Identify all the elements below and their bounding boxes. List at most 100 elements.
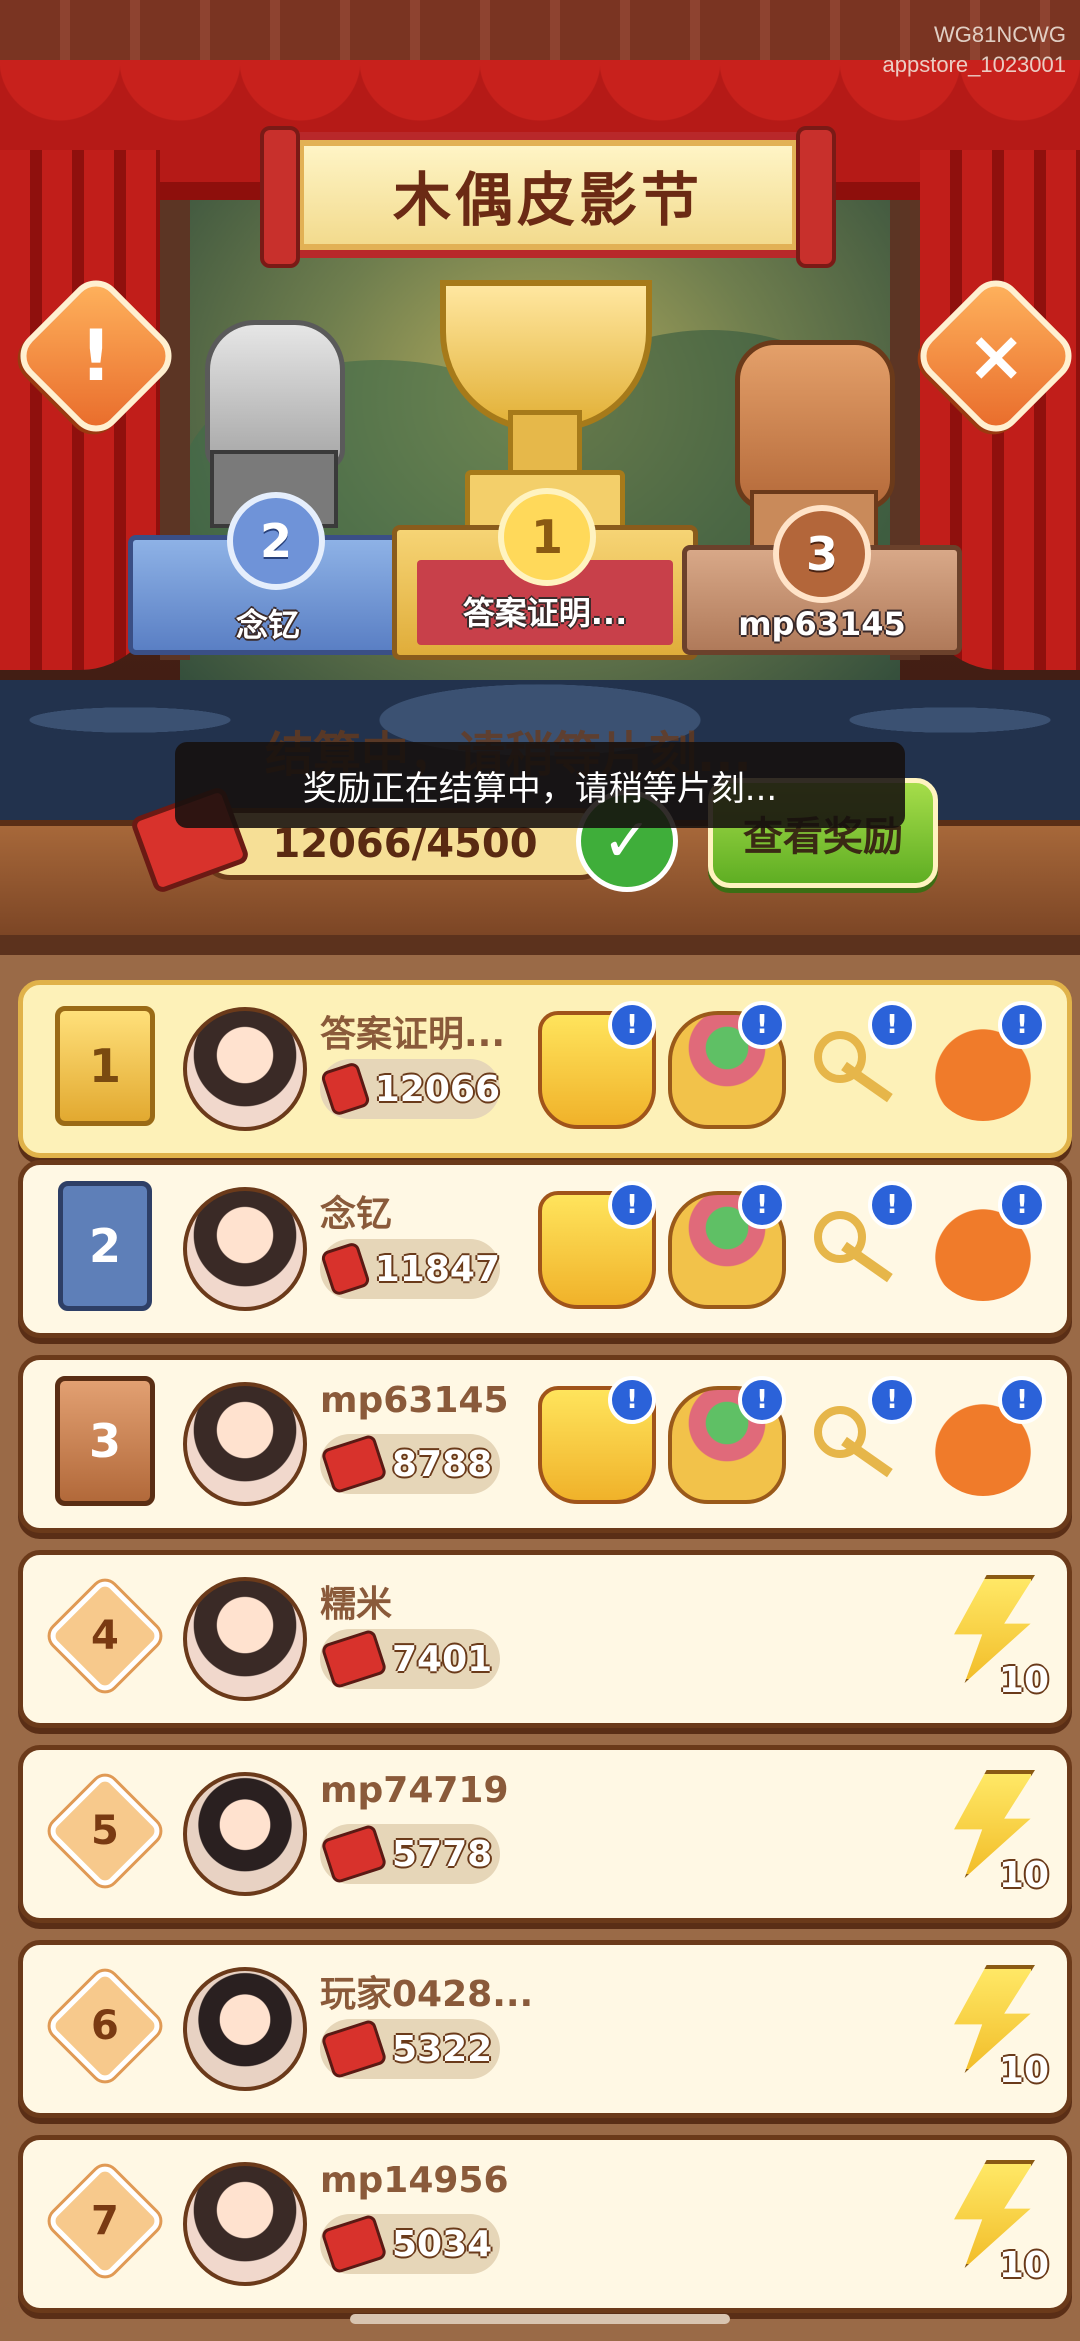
reward-item[interactable]: ! [538, 1376, 656, 1504]
player-name: 答案证明... [320, 1014, 506, 1055]
player-score: 11847 [374, 1248, 500, 1290]
bronze-hand-trophy-icon [735, 340, 895, 510]
info-badge-icon: ! [868, 1181, 916, 1229]
info-badge-icon: ! [738, 1376, 786, 1424]
reward-item[interactable]: ! [928, 1001, 1046, 1121]
rank-diamond: 6 [45, 1966, 165, 2086]
avatar[interactable] [183, 1007, 307, 1131]
player-name: 念钇 [320, 1194, 393, 1235]
rank-medal-area: 2 [45, 1171, 165, 1321]
ranking-row-3[interactable]: 3 mp63145 8788 ! ! ! ! [18, 1355, 1072, 1533]
ranking-row-6[interactable]: 6 玩家0428... 5322 10 [18, 1940, 1072, 2118]
podium-rank-3-badge: 3 [773, 505, 871, 603]
avatar[interactable] [183, 1772, 307, 1896]
scroll-roll-right [796, 126, 836, 268]
bolt-reward[interactable]: 10 [939, 1770, 1049, 1900]
reward-item[interactable]: ! [928, 1181, 1046, 1301]
ranking-row-5[interactable]: 5 mp74719 5778 10 [18, 1745, 1072, 1923]
reward-item[interactable]: ! [798, 1001, 916, 1121]
podium-second-name: 念钇 [235, 606, 300, 644]
ranking-row-1[interactable]: 1 答案证明... 12066 ! ! ! ! [18, 980, 1072, 1158]
player-score: 12066 [374, 1068, 500, 1110]
podium-rank-1-badge: 1 [498, 488, 596, 586]
ticket-icon [320, 1628, 388, 1690]
close-icon: × [966, 315, 1026, 397]
score-pill: 5778 [320, 1823, 500, 1885]
score-pill: 7401 [320, 1628, 500, 1690]
info-badge-icon: ! [998, 1376, 1046, 1424]
watermark-line1: WG81NCWG [934, 22, 1066, 47]
avatar[interactable] [183, 1382, 307, 1506]
info-badge-icon: ! [868, 1001, 916, 1049]
rank-number: 4 [91, 1613, 119, 1659]
reward-item[interactable]: ! [538, 1181, 656, 1309]
rank-medal-area: 7 [45, 2146, 165, 2296]
player-score: 8788 [392, 1443, 493, 1485]
reward-item[interactable]: ! [668, 1181, 786, 1309]
exclamation-icon: ! [80, 315, 112, 397]
reward-items: ! ! ! ! [538, 997, 1058, 1137]
reward-item[interactable]: ! [798, 1376, 916, 1496]
rank-number: 5 [91, 1808, 119, 1854]
podium-first-name: 答案证明... [462, 594, 628, 632]
rank-medal-area: 3 [45, 1366, 165, 1516]
rank-diamond: 7 [45, 2161, 165, 2281]
ticket-icon [319, 1241, 371, 1297]
info-badge-icon: ! [608, 1001, 656, 1049]
bolt-reward[interactable]: 10 [939, 1965, 1049, 2095]
ranking-row-7[interactable]: 7 mp14956 5034 10 [18, 2135, 1072, 2313]
rank-medal-area: 1 [45, 991, 165, 1141]
bolt-count: 10 [998, 2245, 1049, 2286]
ticket-icon [320, 2018, 388, 2080]
ranking-row-4[interactable]: 4 糯米 7401 10 [18, 1550, 1072, 1728]
player-score: 5322 [392, 2028, 493, 2070]
bolt-reward[interactable]: 10 [939, 1575, 1049, 1705]
ranking-list[interactable]: 1 答案证明... 12066 ! ! ! ! 2 念钇 11847 ! ! !… [0, 955, 1080, 2341]
settling-toast: 奖励正在结算中，请稍等片刻... [175, 742, 905, 828]
rank-medal-area: 5 [45, 1756, 165, 1906]
info-badge-icon: ! [998, 1001, 1046, 1049]
home-indicator[interactable] [350, 2314, 730, 2324]
reward-item[interactable]: ! [928, 1376, 1046, 1496]
info-badge-icon: ! [738, 1181, 786, 1229]
ticket-icon [320, 1433, 388, 1495]
rank-diamond: 4 [45, 1576, 165, 1696]
scroll-roll-left [260, 126, 300, 268]
rank-number: 6 [91, 2003, 119, 2049]
reward-item[interactable]: ! [798, 1181, 916, 1301]
avatar[interactable] [183, 1967, 307, 2091]
info-badge-icon: ! [868, 1376, 916, 1424]
stage-header: WG81NCWG appstore_1023001 木偶皮影节 ! × 念钇 答… [0, 0, 1080, 935]
player-name: mp74719 [320, 1770, 509, 1811]
gold-medal-icon: 1 [55, 1006, 155, 1126]
reward-item[interactable]: ! [538, 1001, 656, 1129]
reward-item[interactable]: ! [668, 1376, 786, 1504]
avatar[interactable] [183, 1187, 307, 1311]
reward-items: ! ! ! ! [538, 1177, 1058, 1317]
silver-medal-icon: 2 [58, 1181, 152, 1311]
bolt-count: 10 [998, 1855, 1049, 1896]
bolt-count: 10 [998, 2050, 1049, 2091]
player-score: 7401 [392, 1638, 493, 1680]
podium-rank-2-badge: 2 [227, 492, 325, 590]
rank-medal-area: 6 [45, 1951, 165, 2101]
bolt-count: 10 [998, 1660, 1049, 1701]
rank-diamond: 5 [45, 1771, 165, 1891]
player-name: 玩家0428... [320, 1974, 534, 2015]
avatar[interactable] [183, 1577, 307, 1701]
avatar[interactable] [183, 2162, 307, 2286]
player-name: mp14956 [320, 2160, 509, 2201]
ticket-icon [319, 1061, 371, 1117]
bolt-reward[interactable]: 10 [939, 2160, 1049, 2290]
score-pill: 12066 [319, 1059, 500, 1119]
ticket-icon [320, 2213, 388, 2275]
score-pill: 8788 [320, 1433, 500, 1495]
player-score: 5034 [392, 2223, 493, 2265]
info-badge-icon: ! [608, 1181, 656, 1229]
reward-item[interactable]: ! [668, 1001, 786, 1129]
player-name: mp63145 [320, 1380, 509, 1421]
player-score: 5778 [392, 1833, 493, 1875]
silver-fist-trophy-icon [205, 320, 345, 470]
ticket-icon [320, 1823, 388, 1885]
ranking-row-2[interactable]: 2 念钇 11847 ! ! ! ! [18, 1160, 1072, 1338]
